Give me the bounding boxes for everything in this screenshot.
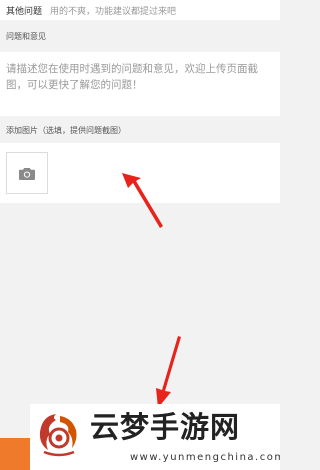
category-header[interactable]: 其他问题 用的不爽，功能建议都提过来吧 bbox=[0, 0, 280, 20]
feedback-placeholder: 请描述您在使用时遇到的问题和意见，欢迎上传页面截图，可以更快了解您的问题！ bbox=[6, 63, 258, 91]
add-image-button[interactable] bbox=[6, 152, 48, 194]
logo-icon bbox=[39, 414, 77, 457]
category-title: 其他问题 bbox=[6, 6, 43, 17]
feedback-page: 其他问题 用的不爽，功能建议都提过来吧 问题和意见 请描述您在使用时遇到的问题和… bbox=[0, 0, 280, 470]
submit-tab[interactable] bbox=[0, 438, 30, 470]
camera-icon bbox=[19, 167, 35, 180]
feedback-label: 问题和意见 bbox=[6, 32, 46, 41]
feedback-textarea[interactable]: 请描述您在使用时遇到的问题和意见，欢迎上传页面截图，可以更快了解您的问题！ bbox=[0, 52, 280, 116]
category-description: 用的不爽，功能建议都提过来吧 bbox=[50, 6, 177, 17]
watermark: 云梦手游网 www.yunmengchina.com bbox=[30, 404, 280, 470]
image-upload-panel bbox=[0, 143, 280, 203]
add-image-label: 添加图片（选填，提供问题截图） bbox=[6, 126, 126, 135]
watermark-url: www.yunmengchina.com bbox=[130, 452, 280, 463]
watermark-brand: 云梦手游网 bbox=[90, 410, 241, 444]
